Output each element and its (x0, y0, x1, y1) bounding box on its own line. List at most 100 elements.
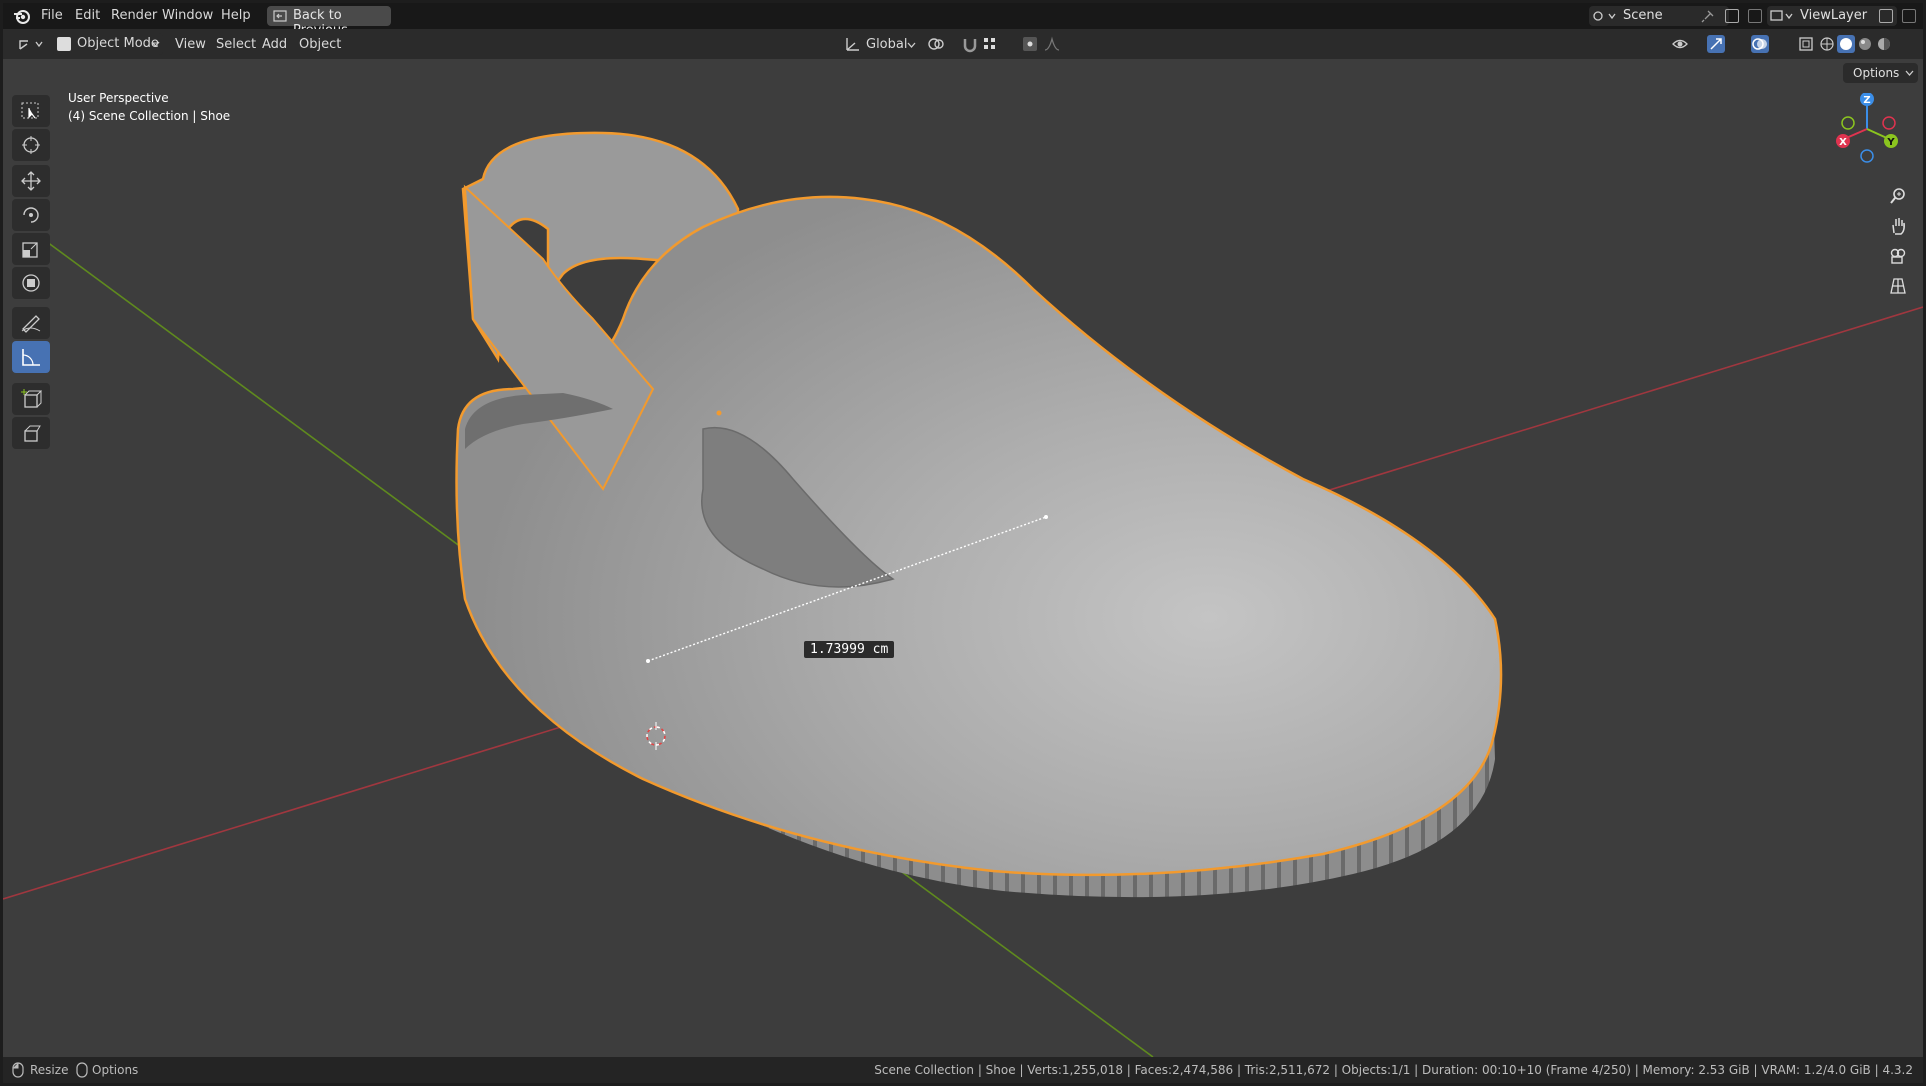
header-menu-add[interactable]: Add (262, 37, 287, 52)
zoom-icon (1890, 188, 1905, 204)
header-menu-select[interactable]: Select (216, 37, 256, 52)
mouse-left-icon (12, 1062, 24, 1078)
editor-type-icon[interactable] (17, 35, 45, 53)
menu-help[interactable]: Help (221, 8, 251, 23)
camera-view-button[interactable] (1885, 243, 1911, 269)
tool-move[interactable] (12, 165, 50, 197)
menu-edit[interactable]: Edit (75, 8, 100, 23)
blender-window: File Edit Render Window Help Back to Pre… (3, 3, 1923, 1083)
tool-cursor[interactable] (12, 129, 50, 161)
annotate-icon (21, 315, 41, 333)
view-layer-name[interactable]: ViewLayer (1800, 8, 1867, 23)
object-mode-label: Object Mode (77, 36, 159, 51)
shoe-upper (455, 195, 1503, 877)
visibility-selectability-icon[interactable] (1671, 35, 1689, 53)
status-bar: Resize Options Scene Collection | Shoe |… (3, 1057, 1923, 1083)
show-gizmo-button[interactable] (1707, 35, 1725, 53)
new-view-layer-icon[interactable] (1879, 9, 1893, 23)
rotate-icon (23, 207, 39, 223)
hand-icon (1892, 218, 1905, 235)
viewport-perspective-label: User Perspective (68, 91, 169, 105)
header-menu-view[interactable]: View (175, 37, 206, 52)
menu-window[interactable]: Window (162, 8, 213, 23)
transform-icon (22, 274, 40, 292)
camera-icon (1890, 248, 1906, 264)
pin-icon[interactable] (1701, 9, 1715, 23)
delete-view-layer-icon[interactable] (1902, 9, 1916, 23)
gizmo-icon (1710, 38, 1722, 50)
viewport-header: Object Mode View Select Add Object Globa… (3, 29, 1923, 59)
back-to-previous-button[interactable]: Back to Previous (267, 6, 391, 38)
rendered-shading-icon[interactable] (1875, 35, 1893, 53)
new-scene-icon[interactable] (1725, 9, 1739, 23)
viewport-collection-label: (4) Scene Collection | Shoe (68, 109, 231, 123)
top-menu-bar: File Edit Render Window Help Back to Pre… (3, 3, 1923, 38)
measure-startpoint[interactable] (646, 659, 650, 663)
back-arrow-icon (273, 10, 287, 22)
menu-file[interactable]: File (41, 8, 63, 23)
tool-rotate[interactable] (12, 199, 50, 231)
proportional-editing-icon[interactable] (1021, 35, 1039, 53)
gizmo-x-label: X (1839, 137, 1847, 148)
scale-icon (22, 242, 38, 258)
tool-annotate[interactable] (12, 307, 50, 339)
viewport-canvas[interactable] (3, 59, 1923, 1057)
overlays-icon (1752, 38, 1767, 50)
gizmo-z-label: Z (1863, 95, 1870, 106)
shoe-object[interactable] (455, 131, 1503, 898)
perspective-toggle-button[interactable] (1885, 273, 1911, 299)
tool-measure[interactable] (12, 341, 50, 373)
zoom-view-button[interactable] (1885, 183, 1911, 209)
transform-orientation-icon (846, 38, 859, 51)
xray-toggle-icon[interactable] (1797, 35, 1815, 53)
material-preview-icon[interactable] (1856, 35, 1874, 53)
header-menu-object[interactable]: Object (299, 37, 341, 52)
tool-scale[interactable] (12, 233, 50, 265)
measure-endpoint[interactable] (1044, 515, 1048, 519)
delete-scene-icon[interactable] (1748, 9, 1762, 23)
show-overlays-button[interactable] (1751, 35, 1769, 53)
view-layer-icon (1770, 10, 1793, 21)
select-box-icon (21, 102, 39, 119)
tool-transform[interactable] (12, 267, 50, 299)
pan-view-button[interactable] (1885, 213, 1911, 239)
chevron-down-icon (907, 42, 916, 48)
object-mode-icon (57, 37, 71, 51)
wireframe-shading-icon[interactable] (1818, 35, 1836, 53)
add-cube-icon (21, 389, 42, 408)
falloff-curve-icon[interactable] (1043, 35, 1061, 53)
3d-viewport[interactable]: User Perspective (4) Scene Collection | … (3, 59, 1923, 1057)
extrude-icon (24, 425, 41, 442)
status-scene-statistics: Scene Collection | Shoe | Verts:1,255,01… (874, 1063, 1913, 1077)
gizmo-neg-z[interactable] (1860, 149, 1874, 163)
move-icon (21, 171, 41, 191)
tool-extrude[interactable] (12, 417, 50, 449)
grid-perspective-icon (1890, 278, 1906, 294)
chevron-down-icon (1905, 70, 1914, 76)
scene-icon (1593, 11, 1616, 21)
options-dropdown[interactable]: Options (1843, 63, 1918, 83)
gizmo-neg-x[interactable] (1882, 116, 1896, 130)
snap-toggle-icon[interactable] (961, 35, 979, 53)
navigation-gizmo[interactable]: Z X Y (1829, 93, 1905, 163)
measurement-label: 1.73999 cm (804, 641, 895, 658)
gizmo-y-label: Y (1886, 137, 1895, 148)
tool-select-box[interactable] (12, 95, 50, 127)
menu-render[interactable]: Render (111, 8, 157, 23)
gizmo-neg-y[interactable] (1841, 116, 1855, 130)
object-mode-dropdown[interactable]: Object Mode (53, 33, 163, 55)
cursor-icon (22, 136, 40, 154)
blender-logo-icon[interactable] (13, 7, 31, 25)
solid-shading-button[interactable] (1837, 35, 1855, 53)
measure-icon (22, 349, 40, 366)
snap-grid-icon[interactable] (981, 35, 999, 53)
scene-name[interactable]: Scene (1623, 8, 1663, 23)
object-origin (716, 410, 722, 416)
chevron-down-icon (151, 41, 160, 47)
tool-add-cube[interactable] (12, 383, 50, 415)
transform-orientation-dropdown[interactable]: Global (866, 37, 907, 52)
status-resize-hint: Resize (30, 1063, 69, 1077)
mouse-right-icon (76, 1062, 88, 1078)
pivot-point-icon[interactable] (927, 35, 945, 53)
status-options-hint: Options (92, 1063, 139, 1077)
